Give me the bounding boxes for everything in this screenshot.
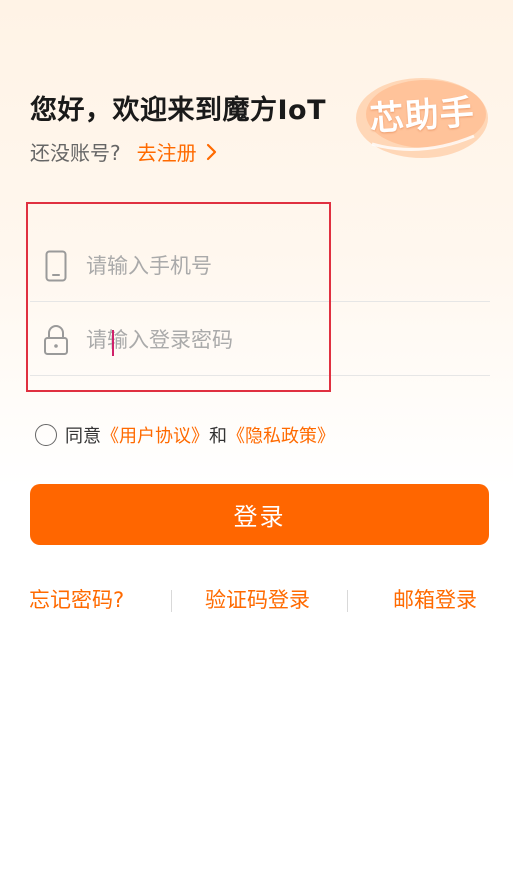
code-login-link[interactable]: 验证码登录 — [205, 584, 310, 614]
email-login-link[interactable]: 邮箱登录 — [393, 584, 477, 614]
phone-input[interactable] — [84, 252, 468, 279]
badge-text: 芯助手 — [368, 92, 477, 140]
no-account-text: 还没账号? — [30, 141, 121, 165]
forgot-password-link[interactable]: 忘记密码? — [29, 584, 124, 614]
text-cursor — [112, 330, 114, 356]
divider — [347, 590, 348, 612]
user-agreement-link[interactable]: 《用户协议》 — [101, 422, 209, 448]
lock-icon — [42, 323, 70, 357]
phone-field-row — [30, 230, 490, 302]
agreement-radio[interactable] — [35, 424, 57, 446]
agreement-prefix: 同意 — [65, 426, 101, 447]
login-page: 您好，欢迎来到魔方IoT 还没账号? 去注册 芯助手 请输入手机号 同意 《用户… — [0, 0, 513, 887]
register-link[interactable]: 去注册 — [137, 137, 217, 166]
phone-icon — [42, 249, 70, 283]
greeting-title: 您好，欢迎来到魔方IoT — [30, 95, 327, 126]
assistant-badge[interactable]: 芯助手 — [352, 70, 492, 160]
divider — [171, 590, 172, 612]
privacy-policy-link[interactable]: 《隐私政策》 — [227, 422, 335, 448]
password-input[interactable] — [84, 326, 468, 353]
login-button[interactable]: 登录 — [30, 484, 489, 545]
chevron-right-icon — [205, 143, 217, 161]
bottom-links: 忘记密码? 验证码登录 邮箱登录 — [0, 584, 513, 616]
agreement-row: 同意 《用户协议》 和 《隐私政策》 — [35, 422, 335, 448]
register-link-label: 去注册 — [136, 141, 197, 165]
register-prompt: 还没账号? 去注册 — [30, 137, 217, 166]
agreement-and: 和 — [209, 426, 227, 447]
password-field-row — [30, 304, 490, 376]
